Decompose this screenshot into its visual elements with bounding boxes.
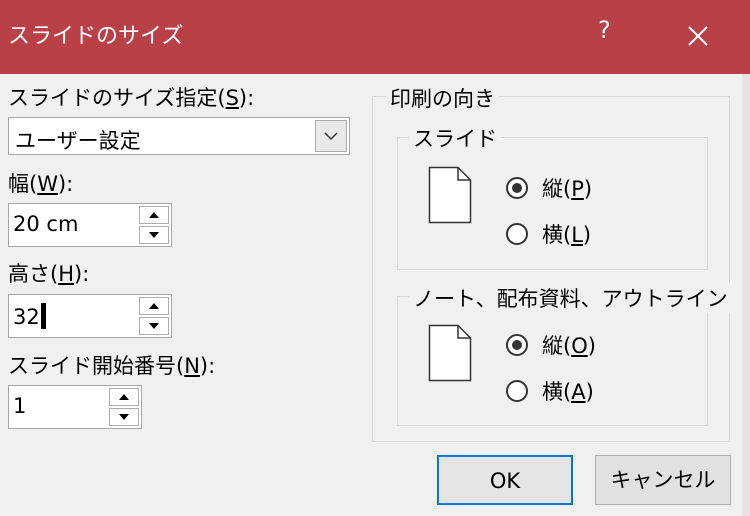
slides-portrait-label[interactable]: 縦(P) (542, 173, 592, 203)
slides-landscape-radio[interactable] (506, 223, 528, 245)
arrow-up-icon (149, 212, 159, 218)
close-icon (688, 26, 708, 46)
height-decrement-button[interactable] (139, 317, 169, 335)
width-field[interactable]: 20 cm (8, 203, 172, 247)
text-cursor (40, 303, 46, 329)
close-button[interactable] (680, 18, 716, 54)
window-edge (742, 0, 750, 516)
ok-button[interactable]: OK (437, 455, 573, 505)
cancel-button[interactable]: キャンセル (595, 455, 731, 505)
slide-size-label: スライドのサイズ指定(S): (8, 86, 255, 110)
slides-orientation-title: スライド (409, 123, 501, 153)
width-label: 幅(W): (8, 172, 74, 196)
notes-portrait-radio[interactable] (506, 334, 528, 356)
chevron-down-icon (324, 132, 338, 141)
height-label: 高さ(H): (8, 262, 90, 286)
title-bar: スライドのサイズ ? (0, 0, 750, 74)
arrow-down-icon (149, 232, 159, 238)
arrow-up-icon (149, 303, 159, 309)
notes-portrait-label[interactable]: 縦(O) (542, 330, 596, 360)
portrait-page-icon (428, 324, 472, 382)
orientation-title: 印刷の向き (386, 83, 499, 113)
dialog-title: スライドのサイズ (8, 24, 184, 49)
notes-orientation-title: ノート、配布資料、アウトライン (409, 283, 732, 313)
help-button[interactable]: ? (598, 16, 611, 44)
height-field[interactable]: 32 (8, 294, 172, 338)
start-number-label: スライド開始番号(N): (8, 354, 216, 378)
slides-landscape-label[interactable]: 横(L) (542, 219, 591, 249)
arrow-up-icon (119, 394, 129, 400)
slides-portrait-radio[interactable] (506, 177, 528, 199)
start-number-value: 1 (13, 394, 27, 418)
slide-size-dropdown[interactable]: ユーザー設定 (8, 117, 350, 155)
arrow-down-icon (119, 414, 129, 420)
height-increment-button[interactable] (139, 297, 169, 315)
width-increment-button[interactable] (139, 206, 169, 224)
dropdown-arrow-button[interactable] (315, 120, 347, 152)
start-decrement-button[interactable] (109, 408, 139, 426)
slide-size-value: ユーザー設定 (15, 129, 141, 153)
notes-landscape-radio[interactable] (506, 380, 528, 402)
width-value: 20 cm (13, 212, 79, 236)
start-increment-button[interactable] (109, 388, 139, 406)
start-number-field[interactable]: 1 (8, 385, 142, 429)
width-decrement-button[interactable] (139, 226, 169, 244)
height-value: 32 (13, 305, 40, 329)
arrow-down-icon (149, 323, 159, 329)
portrait-page-icon (428, 166, 472, 224)
notes-landscape-label[interactable]: 横(A) (542, 376, 594, 406)
